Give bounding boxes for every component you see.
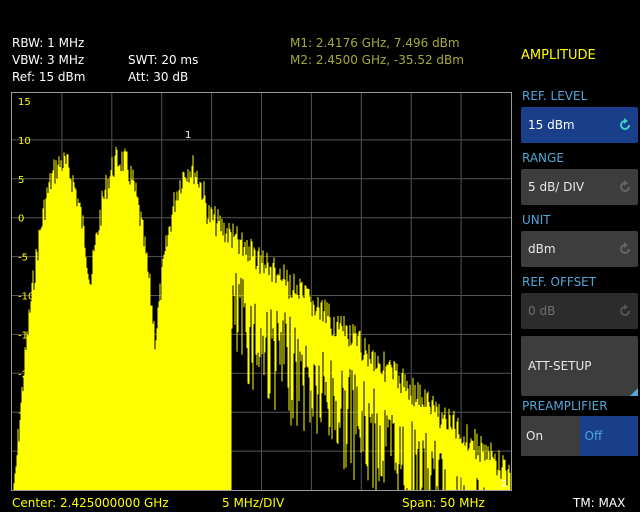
submenu-corner-icon bbox=[630, 388, 638, 396]
y-axis-label: -15 bbox=[18, 330, 34, 341]
span-readout[interactable]: Span: 50 MHz bbox=[402, 496, 485, 510]
menu-title: AMPLITUDE bbox=[521, 48, 596, 63]
y-axis-label: -10 bbox=[18, 292, 34, 303]
unit-button[interactable]: dBm bbox=[521, 231, 638, 267]
spectrum-display[interactable]: 15 10 5 0 -5 -10 -15 -20 -25 -30 -35 1 2 bbox=[11, 92, 512, 491]
center-frequency[interactable]: Center: 2.425000000 GHz bbox=[12, 496, 169, 510]
ref-readout: Ref: 15 dBm bbox=[12, 70, 86, 84]
preamp-on-option[interactable]: On bbox=[521, 416, 580, 456]
att-readout: Att: 30 dB bbox=[128, 70, 189, 84]
vbw-readout: VBW: 3 MHz bbox=[12, 53, 85, 67]
y-axis-label: -20 bbox=[18, 369, 34, 380]
range-label: RANGE bbox=[522, 151, 564, 165]
y-axis-label: 0 bbox=[18, 214, 24, 225]
ref-level-value: 15 dBm bbox=[528, 118, 575, 132]
freq-per-div: 5 MHz/DIV bbox=[222, 496, 285, 510]
att-setup-button[interactable]: ATT-SETUP bbox=[521, 336, 638, 396]
marker-1-label: 1 bbox=[185, 130, 191, 141]
rotary-knob-icon bbox=[620, 180, 630, 192]
range-value: 5 dB/ DIV bbox=[528, 180, 585, 194]
y-axis-label: -25 bbox=[18, 408, 34, 419]
ref-offset-button[interactable]: 0 dB bbox=[521, 293, 638, 329]
att-setup-label: ATT-SETUP bbox=[528, 359, 592, 373]
range-button[interactable]: 5 dB/ DIV bbox=[521, 169, 638, 205]
y-axis-label: 5 bbox=[18, 175, 24, 186]
trace-mode: TM: MAX bbox=[573, 496, 626, 510]
ref-offset-label: REF. OFFSET bbox=[522, 275, 597, 289]
rbw-readout: RBW: 1 MHz bbox=[12, 36, 85, 50]
y-axis-label: -35 bbox=[18, 486, 34, 490]
preamp-off-option[interactable]: Off bbox=[579, 416, 638, 456]
y-axis-label: 10 bbox=[18, 136, 31, 147]
rotary-knob-icon bbox=[620, 242, 630, 254]
marker2-readout: M2: 2.4500 GHz, -35.52 dBm bbox=[290, 53, 464, 67]
rotary-knob-icon bbox=[620, 118, 630, 130]
spectrum-svg: 15 10 5 0 -5 -10 -15 -20 -25 -30 -35 1 2 bbox=[12, 93, 511, 490]
rotary-knob-icon bbox=[620, 304, 630, 316]
marker-2-label: 2 bbox=[501, 479, 507, 490]
ref-level-button[interactable]: 15 dBm bbox=[521, 107, 638, 143]
y-axis-label: 15 bbox=[18, 97, 31, 108]
y-axis-label: -5 bbox=[18, 253, 28, 264]
ref-level-label: REF. LEVEL bbox=[522, 89, 588, 103]
y-axis-label: -30 bbox=[18, 447, 34, 458]
unit-value: dBm bbox=[528, 242, 556, 256]
preamp-toggle[interactable]: On Off bbox=[521, 416, 638, 456]
swt-readout: SWT: 20 ms bbox=[128, 53, 199, 67]
ref-offset-value: 0 dB bbox=[528, 304, 556, 318]
marker1-readout: M1: 2.4176 GHz, 7.496 dBm bbox=[290, 36, 460, 50]
preamp-label: PREAMPLIFIER bbox=[522, 399, 608, 413]
unit-label: UNIT bbox=[522, 213, 551, 227]
